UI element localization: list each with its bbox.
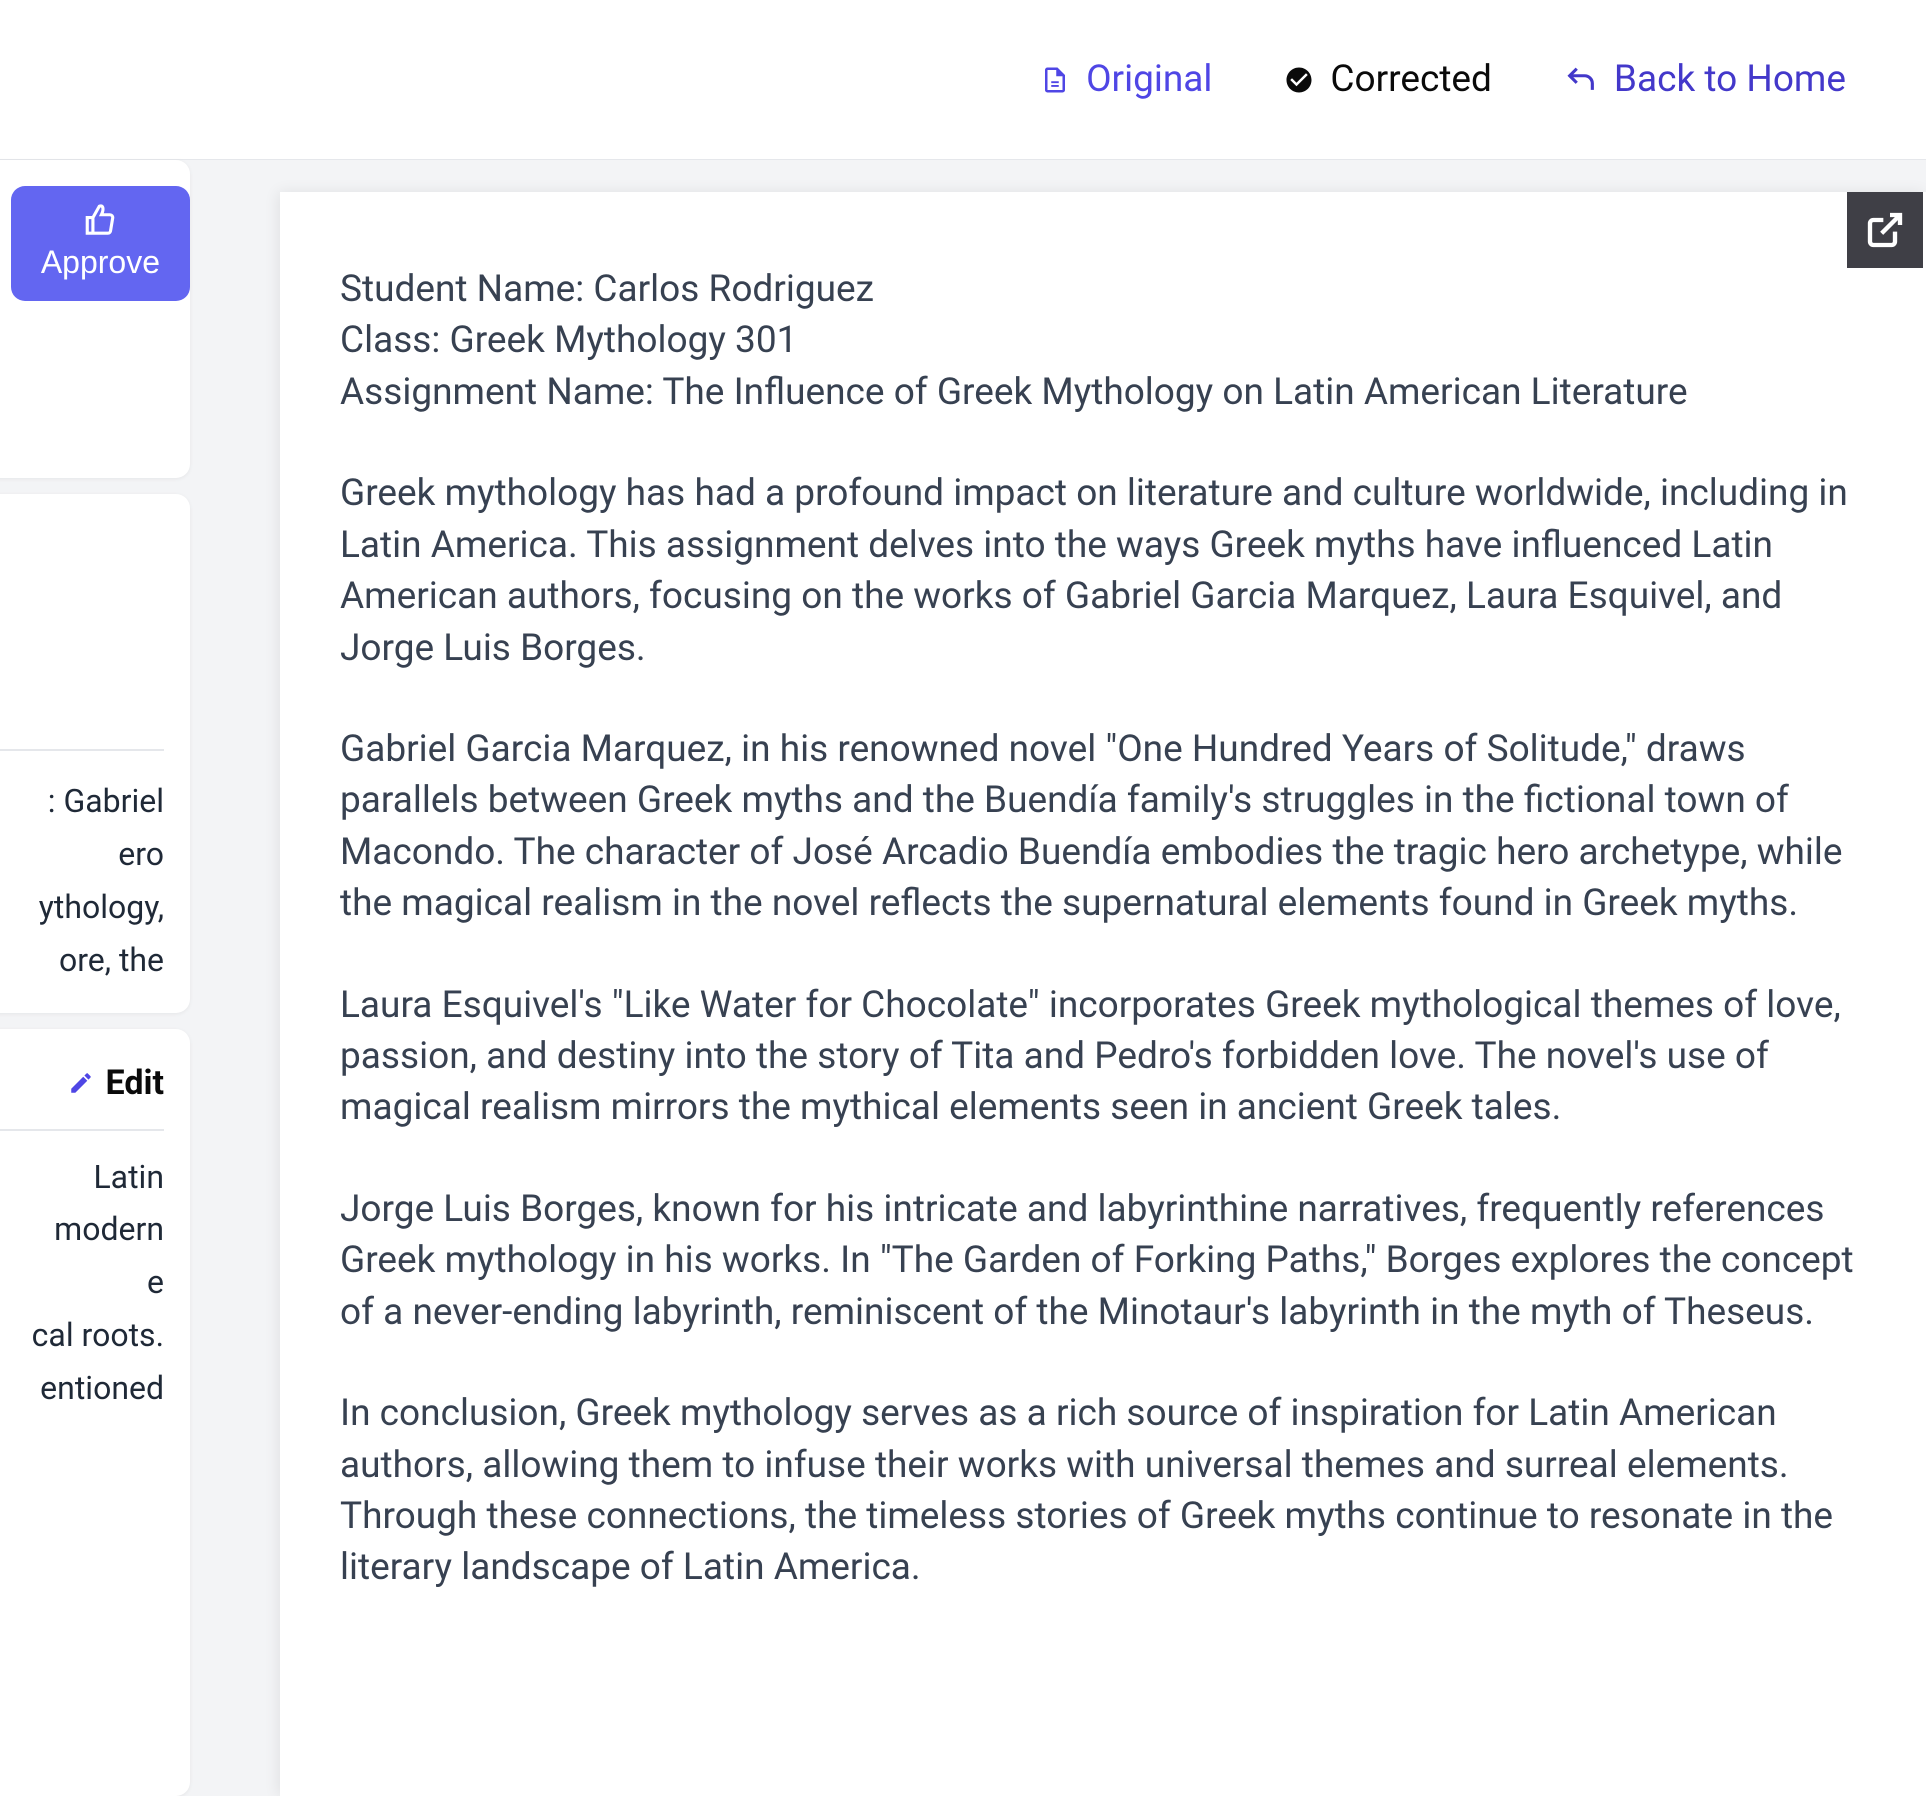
sidebar-note-1-text: : Gabriel ero ythology, ore, the [0,775,164,986]
back-to-home-label: Back to Home [1614,58,1846,101]
approve-card: Approve [0,160,190,478]
undo-icon [1564,63,1598,97]
edit-label: Edit [106,1055,164,1111]
document-paragraph: Greek mythology has had a profound impac… [340,468,1860,674]
document-icon [1040,62,1070,98]
pencil-icon [68,1070,94,1096]
expand-button[interactable] [1847,192,1923,268]
document-panel: Student Name: Carlos Rodriguez Class: Gr… [280,192,1926,1796]
tab-corrected[interactable]: Corrected [1284,58,1492,101]
document-paragraph: Laura Esquivel's "Like Water for Chocola… [340,980,1860,1134]
document-paragraph: Gabriel Garcia Marquez, in his renowned … [340,724,1860,930]
edit-button[interactable]: Edit [0,1055,164,1131]
document-paragraph: In conclusion, Greek mythology serves as… [340,1388,1860,1594]
sidebar-note-2: Edit Latin modern e cal roots. entioned [0,1029,190,1796]
thumbs-up-icon [83,202,117,236]
tab-original[interactable]: Original [1040,58,1212,101]
back-to-home-link[interactable]: Back to Home [1564,58,1846,101]
header-bar: Original Corrected Back to Home [0,0,1926,160]
sidebar: Approve : Gabriel ero ythology, ore, the… [0,160,190,1796]
approve-button-label: Approve [41,244,160,281]
document-paragraph: Jorge Luis Borges, known for his intrica… [340,1184,1860,1338]
document-header-block: Student Name: Carlos Rodriguez Class: Gr… [340,264,1860,418]
approve-button[interactable]: Approve [11,186,190,301]
tab-corrected-label: Corrected [1330,58,1492,101]
document-body: Student Name: Carlos Rodriguez Class: Gr… [340,264,1860,1594]
sidebar-note-1: : Gabriel ero ythology, ore, the [0,494,190,1013]
tab-original-label: Original [1086,58,1212,101]
open-in-new-icon [1865,210,1905,250]
sidebar-note-2-text: Latin modern e cal roots. entioned [0,1151,164,1415]
check-circle-icon [1284,65,1314,95]
content-area: Approve : Gabriel ero ythology, ore, the… [0,160,1926,1796]
